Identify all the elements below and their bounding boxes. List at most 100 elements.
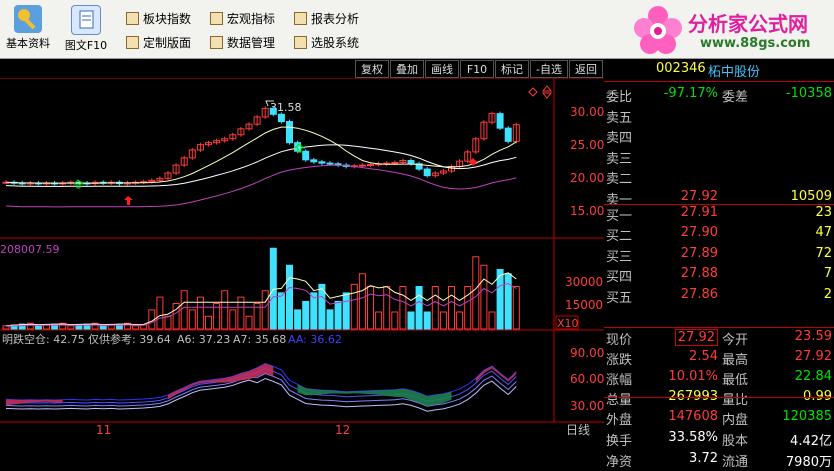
volume-bar	[180, 290, 188, 330]
row-value: 27.86	[680, 286, 718, 302]
volume-bar	[399, 286, 407, 330]
stat-row: 换手 33.58% 股本 4.42亿	[604, 430, 834, 450]
price-tick: 25.00	[570, 138, 604, 152]
date-label: 12	[335, 423, 350, 436]
f10-tab-button[interactable]: F10	[460, 60, 494, 78]
report-icon	[294, 11, 307, 25]
scroll-up-icon[interactable]	[541, 85, 553, 92]
ma-line	[5, 126, 517, 184]
osc-legend-item: 明跌空仓: 42.75	[2, 332, 85, 346]
row-label-2: 最低	[722, 373, 749, 388]
data-management-label: 数据管理	[227, 35, 276, 50]
osc-legend-item: 仅供参考: 39.64	[88, 332, 171, 346]
watchlist-button[interactable]: -自选	[530, 60, 568, 78]
row-label: 换手	[606, 434, 633, 449]
volume-bar	[67, 325, 75, 330]
stock-chart[interactable]: 30.00 25.00 20.00 15.00 30000 15000 X10 …	[0, 78, 604, 436]
data-management-button[interactable]: 数据管理	[210, 32, 275, 52]
stock-code: 002346	[656, 61, 706, 76]
row-value: 27.88	[680, 266, 718, 282]
row-label: 卖三	[606, 151, 633, 167]
volume-bar	[302, 300, 310, 330]
candle	[318, 161, 326, 164]
volume-bar	[383, 286, 391, 330]
candle	[391, 161, 399, 164]
row-value: 27.92	[680, 188, 718, 204]
row-label: 卖五	[606, 111, 633, 126]
volume-bar	[456, 311, 464, 330]
draw-line-button[interactable]: 画线	[425, 60, 459, 78]
row-label-2: 内盘	[722, 413, 749, 428]
volume-bar	[229, 309, 237, 330]
row-value: 2.54	[689, 349, 718, 364]
row-label: 涨幅	[606, 373, 633, 388]
mark-button[interactable]: 标记	[495, 60, 529, 78]
volume-bar	[375, 311, 383, 330]
row-value: 27.91	[680, 205, 718, 220]
f10-button[interactable]: 图文F10	[60, 3, 112, 55]
row-value-2: 72	[815, 245, 832, 261]
layout-icon	[126, 35, 139, 49]
ask-row: 卖五	[604, 107, 834, 127]
row-value: 3.72	[689, 451, 718, 466]
site-logo: 分析家公式网 www.88gs.com	[630, 2, 830, 56]
basic-info-label: 基本资料	[6, 37, 50, 50]
candle	[504, 127, 512, 142]
ask-row: 卖二	[604, 168, 834, 188]
document-icon	[71, 5, 101, 35]
stock-picker-label: 选股系统	[311, 35, 360, 50]
candle	[302, 150, 310, 161]
order-ratio-row: 委比 -97.17% 委差 -10358	[604, 86, 834, 106]
restore-rights-button[interactable]: 复权	[355, 60, 389, 78]
chart-icon	[210, 11, 223, 25]
volume-bar	[221, 290, 229, 330]
logo-url[interactable]: www.88gs.com	[700, 36, 810, 51]
volume-title: 208007.59	[0, 243, 60, 256]
row-label: 买二	[606, 229, 633, 245]
tools-icon	[294, 35, 307, 49]
diamond-marker	[528, 87, 538, 97]
volume-bar	[245, 315, 253, 330]
row-value: 27.92	[674, 329, 718, 346]
flower-logo-icon	[634, 6, 682, 54]
row-label: 净资	[606, 455, 633, 470]
candle	[496, 113, 504, 129]
sector-index-button[interactable]: 板块指数	[126, 8, 191, 28]
database-icon	[210, 35, 223, 49]
quote-panel: 002346 柘中股份 委比 -97.17% 委差 -10358 卖五 卖四 卖三卖…	[604, 59, 834, 470]
stock-picker-button[interactable]: 选股系统	[294, 32, 359, 52]
back-button[interactable]: 返回	[569, 60, 603, 78]
osc-tick: 60.00	[570, 372, 604, 386]
row-label: 卖二	[606, 172, 633, 188]
candle	[286, 121, 293, 144]
macro-indicator-button[interactable]: 宏观指标	[210, 8, 275, 28]
period-label[interactable]: 日线	[566, 423, 590, 436]
volume-bar	[277, 292, 285, 330]
row-label: 卖四	[606, 131, 633, 147]
ask-row: 卖三	[604, 148, 834, 168]
report-analysis-button[interactable]: 报表分析	[294, 8, 359, 28]
price-axis: 30.00 25.00 20.00 15.00	[570, 105, 604, 218]
volume-bar	[294, 309, 302, 330]
volume-bar	[358, 273, 366, 330]
volume-ma-line	[5, 272, 517, 327]
candle	[326, 162, 334, 165]
custom-layout-button[interactable]: 定制版面	[126, 32, 191, 52]
stat-row: 现价 27.92 今开 23.59	[604, 329, 834, 349]
overlay-button[interactable]: 叠加	[390, 60, 424, 78]
row-value-2: 7980万	[785, 455, 832, 470]
row-value: 147608	[668, 409, 718, 424]
bid-row: 买一 27.91 23	[604, 205, 834, 225]
stat-row: 总量 267993 量比 0.99	[604, 389, 834, 409]
osc-legend-item: AA: 36.62	[288, 333, 342, 346]
volume-bar	[431, 286, 439, 330]
row-label: 买一	[606, 209, 633, 224]
price-tick: 30.00	[570, 105, 604, 119]
scroll-down-icon[interactable]	[541, 92, 553, 99]
osc-legend-item: A6: 37.23	[177, 333, 230, 346]
basic-info-button[interactable]: 基本资料	[2, 3, 54, 55]
bid-row: 买三 27.89 72	[604, 246, 834, 266]
volume-bar	[415, 286, 423, 330]
oscillator-legend: 明跌空仓: 42.75 仅供参考: 39.64 A6: 37.23 A7: 35…	[2, 332, 342, 346]
toolbar: 基本资料 图文F10 板块指数 宏观指标 报表分析 定制版面 数据管理 选股系统…	[0, 0, 834, 59]
